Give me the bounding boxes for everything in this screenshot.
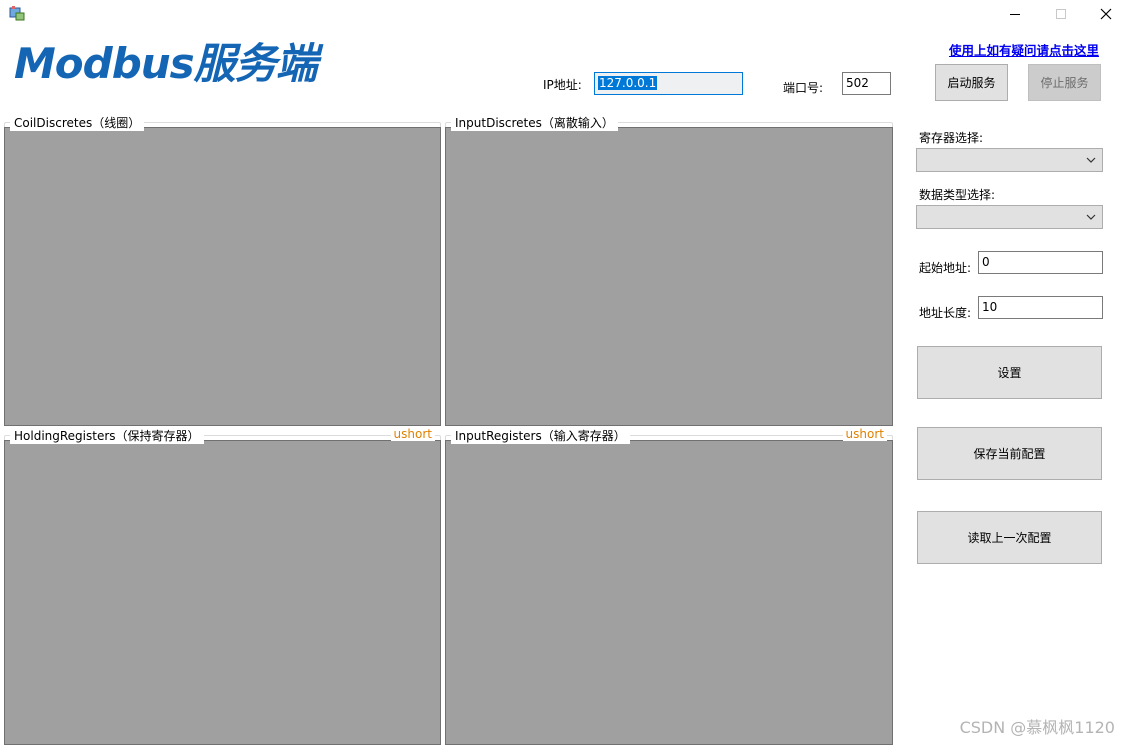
- holding-registers-datatype: ushort: [390, 427, 435, 441]
- datatype-select-label: 数据类型选择:: [919, 188, 996, 202]
- start-address-input[interactable]: 0: [978, 251, 1103, 274]
- ip-label: IP地址:: [543, 78, 582, 92]
- input-discretes-group: InputDiscretes（离散输入）: [445, 114, 893, 426]
- app-title: Modbus服务端: [14, 39, 318, 88]
- address-length-input[interactable]: 10: [978, 296, 1103, 319]
- minimize-button[interactable]: [992, 0, 1038, 28]
- register-select[interactable]: [916, 148, 1103, 172]
- chevron-down-icon: [1086, 157, 1096, 163]
- close-button[interactable]: [1083, 0, 1129, 28]
- save-config-button[interactable]: 保存当前配置: [917, 427, 1102, 480]
- address-length-label: 地址长度:: [919, 306, 972, 320]
- maximize-button[interactable]: [1038, 0, 1084, 28]
- load-config-button[interactable]: 读取上一次配置: [917, 511, 1102, 564]
- watermark: CSDN @慕枫枫1120: [959, 718, 1115, 737]
- start-service-button[interactable]: 启动服务: [935, 64, 1008, 101]
- input-registers-datatype: ushort: [842, 427, 887, 441]
- maximize-icon: [1056, 9, 1066, 19]
- app-icon: [9, 5, 25, 21]
- coil-discretes-group: CoilDiscretes（线圈）: [4, 114, 441, 426]
- port-input[interactable]: 502: [842, 72, 891, 95]
- datatype-select[interactable]: [916, 205, 1103, 229]
- set-button[interactable]: 设置: [917, 346, 1102, 399]
- input-registers-group: InputRegisters（输入寄存器） ushort: [445, 427, 893, 745]
- coil-discretes-panel[interactable]: [4, 127, 441, 426]
- stop-service-button[interactable]: 停止服务: [1028, 64, 1101, 101]
- register-select-label: 寄存器选择:: [919, 131, 984, 145]
- input-discretes-panel[interactable]: [445, 127, 893, 426]
- input-discretes-title: InputDiscretes（离散输入）: [451, 114, 618, 131]
- holding-registers-title: HoldingRegisters（保持寄存器）: [10, 427, 204, 444]
- chevron-down-icon: [1086, 214, 1096, 220]
- start-address-label: 起始地址:: [919, 261, 972, 275]
- input-registers-panel[interactable]: [445, 440, 893, 745]
- coil-discretes-title: CoilDiscretes（线圈）: [10, 114, 145, 131]
- close-icon: [1100, 8, 1112, 20]
- ip-input[interactable]: 127.0.0.1: [594, 72, 743, 95]
- port-label: 端口号:: [783, 81, 824, 95]
- minimize-icon: [1010, 14, 1020, 15]
- ip-value: 127.0.0.1: [598, 76, 658, 90]
- help-link[interactable]: 使用上如有疑问请点击这里: [949, 40, 1099, 59]
- input-registers-title: InputRegisters（输入寄存器）: [451, 427, 630, 444]
- holding-registers-group: HoldingRegisters（保持寄存器） ushort: [4, 427, 441, 745]
- holding-registers-panel[interactable]: [4, 440, 441, 745]
